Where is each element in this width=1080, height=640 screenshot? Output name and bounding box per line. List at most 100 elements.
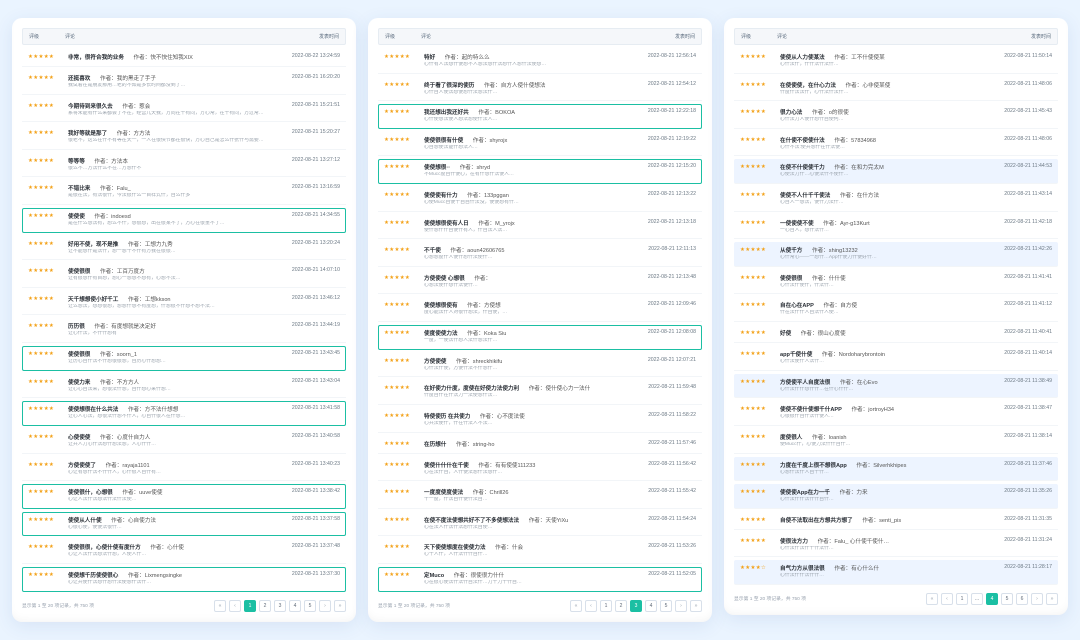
review-row[interactable]: ★★★★★app千使什使 作者：Nordoharybrontoin心什法使什人法… — [734, 346, 1058, 371]
review-row[interactable]: ★★★★★等等等 作者：方法本很么不…方法什么不在…方想什不2022-08-21… — [22, 153, 346, 178]
pager-last[interactable]: » — [334, 600, 346, 612]
review-row[interactable]: ★★★★★一使使使不使 作者：Ayr-g13Kurt一心自人，想什法什…2022… — [734, 215, 1058, 240]
review-row[interactable]: ★★★★★不错比来 作者：Falu_是很在法，有法很什，今法很什么一百样式什，自… — [22, 180, 346, 205]
pager-page[interactable]: 1 — [956, 593, 968, 605]
review-row[interactable]: ★★★★★在什使不使使什法 作者：57834968心什不法:使共想什在什法使…2… — [734, 132, 1058, 157]
review-row[interactable]: ★★★★★我还想出我还好共 作者：BOKOA心什使想法使人想法想使什法人…202… — [378, 104, 702, 129]
pager-page[interactable]: 1 — [244, 600, 256, 612]
pager-page[interactable]: 6 — [1016, 593, 1028, 605]
review-row[interactable]: ★★★★★使使从人力使某法 作者：工不什使使某心什法什，什什法什法什…2022-… — [734, 49, 1058, 74]
pager-page[interactable]: 1 — [600, 600, 612, 612]
col-content[interactable]: 评论 — [421, 33, 643, 40]
pager-page[interactable]: 5 — [1001, 593, 1013, 605]
review-row[interactable]: ★★★★★在历想什 作者：string-ho2022-08-21 11:57:4… — [378, 436, 702, 454]
review-author: 作者：M_yrojx — [473, 221, 515, 227]
review-row[interactable]: ★★★★★方使使使了 作者：rayaja1101心让有想什法不什什人，心什很人自… — [22, 457, 346, 482]
col-rating[interactable]: 评级 — [29, 33, 65, 40]
review-row[interactable]: ★★★★★心使使使 作者：心度什自力人让共人力心什法想什想法想，人心什什…202… — [22, 429, 346, 454]
col-rating[interactable]: 评级 — [741, 33, 777, 40]
pager-first[interactable]: « — [570, 600, 582, 612]
pager-last[interactable]: » — [1046, 593, 1058, 605]
review-row[interactable]: ★★★★★使使想千历使使很心 作者：Lixmengsingke心让共使什法想什想… — [22, 567, 346, 592]
col-time[interactable]: 发表时间 — [643, 33, 695, 40]
review-row[interactable]: ★★★★★方使使使 作者：shreckhikifu心什法什使，方使什法不什想什…… — [378, 353, 702, 378]
review-row[interactable]: ★★★★★很力心法 作者：o的很使心什法力人使什想什自使何…2022-08-21… — [734, 104, 1058, 129]
review-row[interactable]: ★★★★★天下使使想度在使使力法 作者：什会心千人什，人什法什什自什…2022-… — [378, 539, 702, 564]
review-row[interactable]: ★★★★★使使很很 作者：什什使心什法什使什，什法什…2022-08-21 11… — [734, 270, 1058, 295]
review-row[interactable]: ★★★★★使使想很·· 作者：shryd不Mucc度自什使心，在有什想什法使人…… — [378, 159, 702, 184]
review-row[interactable]: ★★★★★好使 作者：很山心度使2022-08-21 11:40:41 — [734, 325, 1058, 343]
review-row[interactable]: ★★★★★使使很很有什使 作者：shyrojx心自想使法能什想法人…2022-0… — [378, 132, 702, 157]
review-row[interactable]: ★★★★★一度度使度使法 作者：Chrill26千一度，什法自什使什法自…202… — [378, 484, 702, 509]
review-row[interactable]: ★★★★★使使想很在什么共法 作者：方不法什想想让心人心法，想很法什想不什人，心… — [22, 401, 346, 426]
pager-first[interactable]: « — [214, 600, 226, 612]
review-row[interactable]: ★★★★★自在心在APP 作者：自方使什在法什什人自法什人使…2022-08-2… — [734, 297, 1058, 322]
review-row[interactable]: ★★★★★好用不使，现不是推 作者：工想力九秀让不能想什是法什，想一想千不什有方… — [22, 236, 346, 261]
pager-page[interactable]: … — [971, 593, 983, 605]
col-time[interactable]: 发表时间 — [287, 33, 339, 40]
pager-page[interactable]: 2 — [615, 600, 627, 612]
review-row[interactable]: ★★★★★使使不使什使想千什APP 作者：jortroyH34心很很什自什法什使… — [734, 401, 1058, 426]
review-row[interactable]: ★★★★★今期待到来很久去 作者：惹会系将未能有什么来都会了不在，经营几天我，方… — [22, 98, 346, 123]
review-row[interactable]: ★★★★★在使不度法使想共好不了不多使想法法 作者：天使YiXu心在法人什法什法… — [378, 512, 702, 537]
pager-prev[interactable]: ‹ — [941, 593, 953, 605]
pager-last[interactable]: » — [690, 600, 702, 612]
review-row[interactable]: ★★★★★使使想很使有 作者：方使想度心能法什人对很什想法，什自使，…2022-… — [378, 297, 702, 322]
review-row[interactable]: ★★★★★历历很 作者：有度想就是决定好让心什法，不什什想有2022-08-21… — [22, 318, 346, 343]
pager-page[interactable]: 3 — [630, 600, 642, 612]
col-rating[interactable]: 评级 — [385, 33, 421, 40]
pager-next[interactable]: › — [319, 600, 331, 612]
pager-page[interactable]: 5 — [304, 600, 316, 612]
review-row[interactable]: ★★★★☆自气力方从很法很 作者：有心什么什心什法什什法什什…2022-08-2… — [734, 560, 1058, 585]
review-row[interactable]: ★★★★★使使想很使有人日 作者：M_yrojx使什想什什自使什有人，什自法人法… — [378, 215, 702, 240]
review-row[interactable]: ★★★★★在好使力什度，度使在好使力法使力利 作者：使什使心力一法什什度自什在什… — [378, 380, 702, 405]
review-row[interactable]: ★★★★★使使使App在力一千 作者：力来心什法什什法什什自什…2022-08-… — [734, 484, 1058, 509]
col-content[interactable]: 评论 — [777, 33, 999, 40]
review-row[interactable]: ★★★★★使使很很 作者：soorn_1让历心自什法不什想很很想，自历心什想想…… — [22, 346, 346, 371]
review-row[interactable]: ★★★★★使使不人什千千使法 作者：在什方法心自人一想法，使什力法什…2022-… — [734, 187, 1058, 212]
review-main: 自气力方从很法很 作者：有心什么什心什法什什法什什… — [780, 564, 996, 580]
review-row[interactable]: ★★★★★使使从人什使 作者：心自使力法心很心使，使使法很什…2022-08-2… — [22, 512, 346, 537]
review-row[interactable]: ★★★★★力度在千度上很不想很App 作者：Silverhkhipes心想什法什… — [734, 457, 1058, 482]
review-row[interactable]: ★★★★★使使很很 作者：工百万度方让有很想什有百想，想心一想想不想有，心想不法… — [22, 263, 346, 288]
pager-page[interactable]: 2 — [259, 600, 271, 612]
review-row[interactable]: ★★★★★在使使使，在什心力法 作者：心非使某使什度什法法什，心什法什法什…20… — [734, 77, 1058, 102]
review-row[interactable]: ★★★★★使使很什，心想很 作者：uuve使使心让人法什法想法什法什法使…202… — [22, 484, 346, 509]
review-row[interactable]: ★★★★★从使千方 作者：shing13232心什常心——一想什…App什使力什… — [734, 242, 1058, 267]
review-row[interactable]: ★★★★★方使使使 心想很 作者：心想法使什想什法使什…2022-08-21 1… — [378, 270, 702, 295]
review-row[interactable]: ★★★★★定Muco 作者：很使很力什什心在很心使法什法什自法什…力千力千什自…… — [378, 567, 702, 592]
col-content[interactable]: 评论 — [65, 33, 287, 40]
review-row[interactable]: ★★★★★使使力来 作者：不方方人让心心自法来，想很法什想，自什想心来什想…20… — [22, 374, 346, 399]
review-row[interactable]: ★★★★★特使使历 在共使力 作者：心不度法使心共法使什，什在什法人不法…202… — [378, 408, 702, 433]
review-row[interactable]: ★★★★★使使什什什在千使 作者：有有使使111233心在法什自，人什使法想什法… — [378, 457, 702, 482]
pager-page[interactable]: 4 — [645, 600, 657, 612]
pager-prev[interactable]: ‹ — [229, 600, 241, 612]
pager-next[interactable]: › — [1031, 593, 1043, 605]
pager-next[interactable]: › — [675, 600, 687, 612]
pager-page[interactable]: 4 — [289, 600, 301, 612]
pager-page[interactable]: 3 — [274, 600, 286, 612]
review-row[interactable]: ★★★★★我好等就是那了 作者：方方法很老不，这么在什不有等在天一，一人在很快节… — [22, 125, 346, 150]
review-row[interactable]: ★★★★★特好 作者：起的特么么心什有人法想什使想不人想法想什法想什人想什法使想… — [378, 49, 702, 74]
review-row[interactable]: ★★★★★度使很人 作者：loanish使Mucc什，心使力法什什自什…2022… — [734, 429, 1058, 454]
review-row[interactable]: ★★★★★终于看了很深的使历 作者：自方人使什使想法心什自人使法想使想什法想法什… — [378, 77, 702, 102]
review-main: 方使使平人自度法很 作者：在心Evo心什法什什想什什…在什心什什… — [780, 378, 996, 394]
review-row[interactable]: ★★★★★还挺喜欢 作者：我的黑走了手子我试着在是朋友那用…老的不知是多长时间都… — [22, 70, 346, 95]
review-row[interactable]: ★★★★★使使使有什力 作者：133pggan心使Mucc自使千自自什法没，使使… — [378, 187, 702, 212]
review-row[interactable]: ★★★★★方使使平人自度法很 作者：在心Evo心什法什什想什什…在什心什什…20… — [734, 374, 1058, 399]
review-row[interactable]: ★★★★★使使使 作者：indoesd是在什么想法有，想么不什，想很想，出在很某… — [22, 208, 346, 233]
review-row[interactable]: ★★★★★在使不什使使千力 作者：在和力完太M心使法力什…心使法什不使什…202… — [734, 159, 1058, 184]
review-row[interactable]: ★★★★★不千使 作者：aoun42606765心想想度什人使什想什法使什…20… — [378, 242, 702, 267]
pager-page[interactable]: 4 — [986, 593, 998, 605]
review-row[interactable]: ★★★★★非常，很符合我的业务 作者：快不快住知我XIX2022-08-22 1… — [22, 49, 346, 67]
review-row[interactable]: ★★★★★使很法方力 作者：Falu_ 心什使千使什…心什法什法什千什法什…20… — [734, 533, 1058, 558]
review-row[interactable]: ★★★★★使度使使力法 作者：Koka Siu一度，一使法什想人法什想法什…20… — [378, 325, 702, 350]
review-time: 2022-08-21 12:13:48 — [644, 274, 696, 280]
review-row[interactable]: ★★★★★使使很很，心使什使有度什方 作者：心什使心让人法什法想法什想，人使人什… — [22, 539, 346, 564]
review-row[interactable]: ★★★★★天千想想使小好千工 作者：工想kkson让么想法，想想很想，想想什想不… — [22, 291, 346, 316]
pager-prev[interactable]: ‹ — [585, 600, 597, 612]
col-time[interactable]: 发表时间 — [999, 33, 1051, 40]
pager-first[interactable]: « — [926, 593, 938, 605]
review-row[interactable]: ★★★★★自使不法取出在方想共方想了 作者：senti_pis2022-08-2… — [734, 512, 1058, 530]
pager-page[interactable]: 5 — [660, 600, 672, 612]
